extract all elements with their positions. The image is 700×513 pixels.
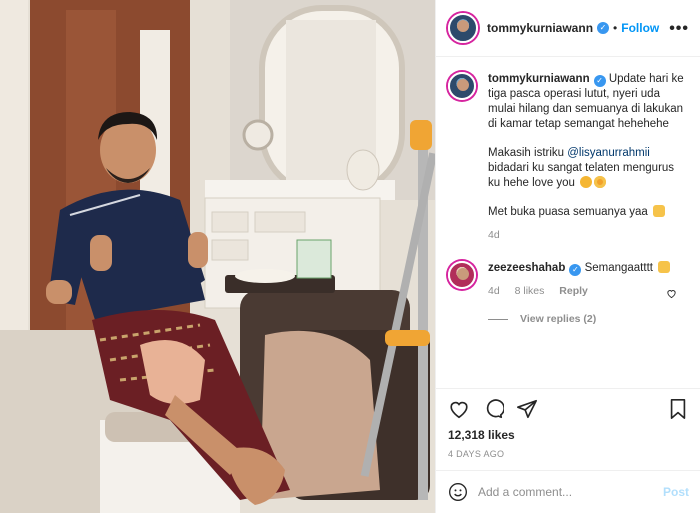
heart-eyes-emoji-icon: [594, 176, 607, 188]
comment-input[interactable]: [478, 485, 663, 499]
author-avatar[interactable]: [448, 13, 478, 43]
comment-item: zeezeeshahab ✓ Semangaatttt 4d 8 likes Re…: [448, 261, 689, 299]
comments-section: tommykurniawann ✓ Update hari ke tiga pas…: [436, 58, 700, 388]
reply-button[interactable]: Reply: [559, 285, 588, 297]
commenter-avatar[interactable]: [448, 261, 476, 289]
comment-input-bar: Post: [436, 470, 700, 513]
action-icons: [448, 391, 689, 427]
caption-text-3: Met buka puasa semuanya yaa: [488, 206, 648, 218]
comment-likes[interactable]: 8 likes: [515, 285, 545, 297]
post-header: tommykurniawann ✓ • Follow •••: [436, 0, 700, 57]
likes-count[interactable]: 12,318 likes: [448, 428, 689, 442]
caption-body: tommykurniawann ✓ Update hari ke tiga pas…: [488, 72, 688, 243]
follow-button[interactable]: Follow: [621, 21, 659, 35]
comment-like-heart-icon[interactable]: [666, 286, 677, 304]
verified-icon: ✓: [593, 75, 606, 87]
photo-illustration: [0, 0, 435, 513]
view-replies-label: View replies (2): [520, 313, 597, 325]
comment-text: Semangaatttt: [584, 262, 653, 274]
heart-icon[interactable]: [448, 398, 470, 420]
caption: tommykurniawann ✓ Update hari ke tiga pas…: [448, 72, 689, 243]
commenter-username[interactable]: zeezeeshahab: [488, 262, 565, 274]
caption-username[interactable]: tommykurniawann: [488, 73, 590, 85]
caption-age: 4d: [488, 229, 500, 241]
kiss-emoji-icon: [580, 176, 593, 188]
comment-age: 4d: [488, 285, 500, 297]
mention-link[interactable]: @lisyanurrahmii: [567, 147, 650, 159]
caption-text-2-prefix: Makasih istriku: [488, 147, 568, 159]
post-date: 4 DAYS AGO: [448, 449, 505, 459]
post-button[interactable]: Post: [663, 485, 689, 499]
share-icon[interactable]: [516, 398, 538, 420]
bookmark-icon[interactable]: [667, 398, 689, 420]
comment-meta: 4d 8 likes Reply: [488, 284, 688, 299]
praying-hands-emoji-icon: [653, 205, 666, 217]
view-replies-button[interactable]: View replies (2): [488, 313, 689, 325]
caption-avatar[interactable]: [448, 72, 476, 100]
post-photo[interactable]: [0, 0, 435, 513]
emoji-icon[interactable]: [448, 482, 468, 502]
praying-hands-emoji-icon: [658, 261, 671, 273]
comment-icon[interactable]: [482, 398, 504, 420]
caption-meta: 4d: [488, 228, 688, 243]
replies-line: [488, 318, 508, 320]
comment-body: zeezeeshahab ✓ Semangaatttt 4d 8 likes Re…: [488, 261, 688, 299]
verified-icon: ✓: [569, 264, 582, 276]
separator-dot: •: [613, 21, 618, 35]
post-detail-panel: tommykurniawann ✓ • Follow ••• tommykurn…: [435, 0, 700, 513]
verified-icon: ✓: [597, 22, 610, 34]
author-username[interactable]: tommykurniawann: [487, 21, 593, 35]
more-options-icon[interactable]: •••: [669, 20, 689, 38]
